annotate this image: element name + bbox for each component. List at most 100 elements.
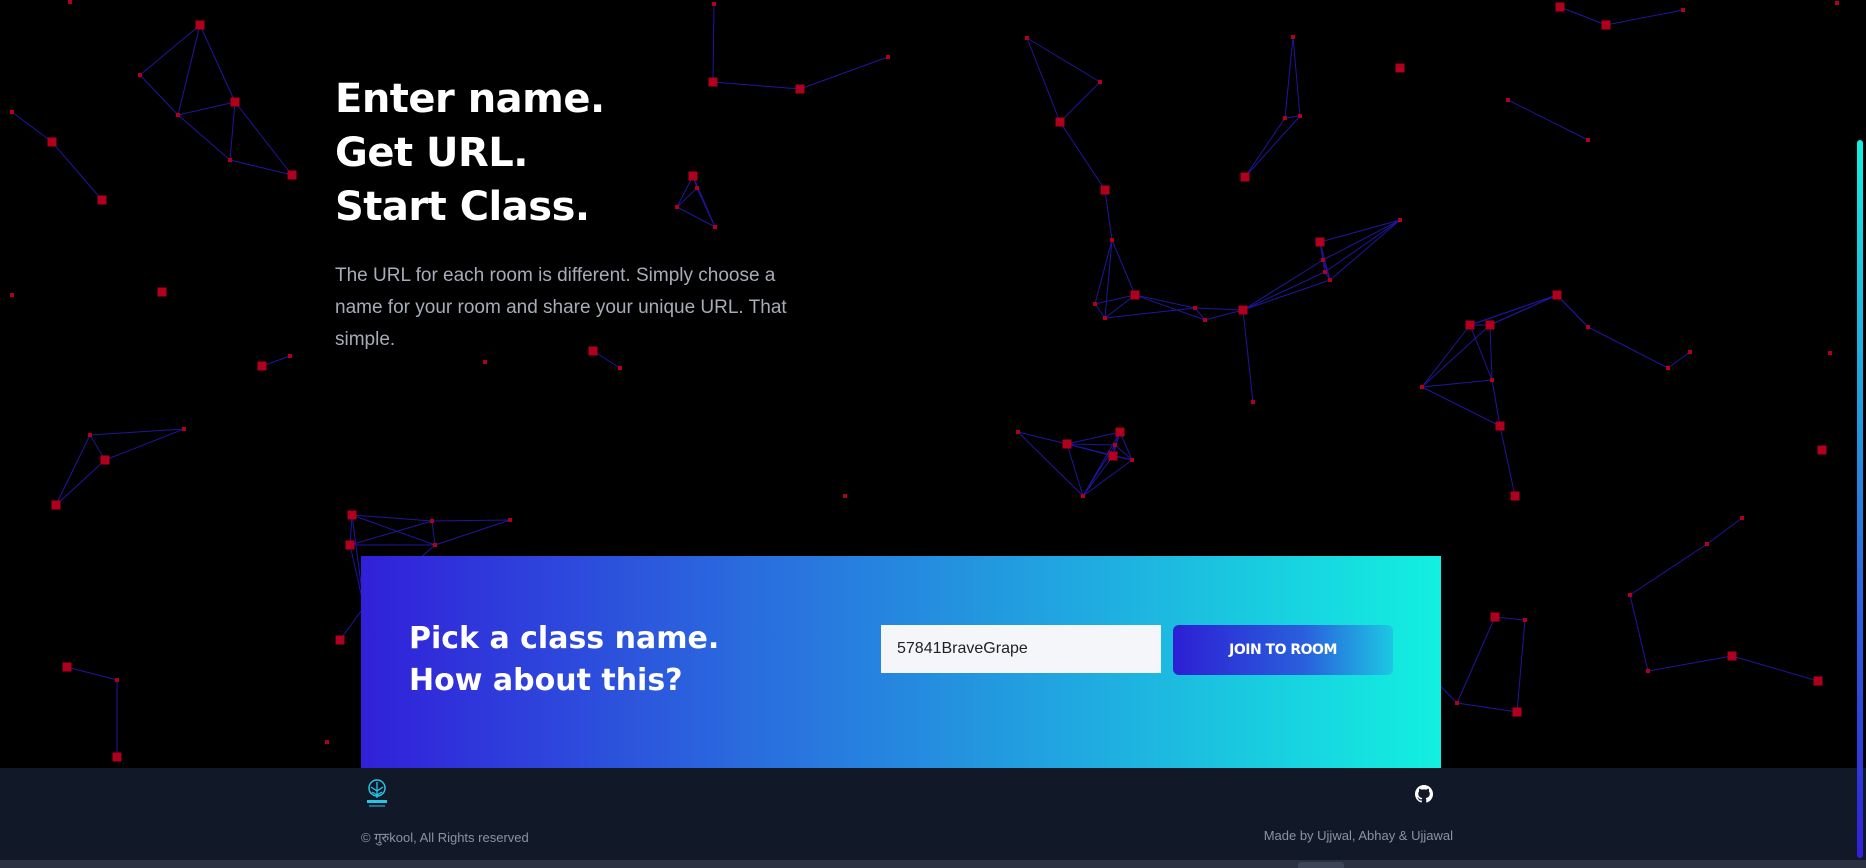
network-node (1103, 316, 1107, 320)
network-edge (139, 74, 179, 116)
network-edge (1104, 189, 1113, 241)
network-node (1055, 117, 1065, 127)
network-node (1251, 400, 1255, 404)
network-edge (55, 459, 106, 506)
network-node (1828, 351, 1832, 355)
network-node (1130, 290, 1140, 300)
copyright-text: © गुरुkool, All Rights reserved (361, 830, 529, 845)
network-node (51, 500, 61, 510)
network-node (1512, 707, 1522, 717)
network-node (1081, 494, 1085, 498)
network-edge (11, 111, 53, 143)
network-node (886, 55, 890, 59)
network-node (47, 137, 57, 147)
network-node (1100, 185, 1110, 195)
network-node (1465, 320, 1475, 330)
network-node (1115, 427, 1125, 437)
network-edge (51, 141, 103, 201)
network-edge (229, 159, 293, 176)
network-edge (1204, 309, 1244, 321)
network-node (228, 158, 232, 162)
network-node (176, 113, 180, 117)
network-node (1586, 325, 1590, 329)
network-node (1321, 258, 1325, 262)
taskbar-strip (0, 860, 1866, 868)
network-edge (1421, 324, 1491, 388)
network-edge (1559, 6, 1607, 26)
network-node (335, 635, 345, 645)
network-node (1705, 542, 1709, 546)
network-edge (1242, 259, 1324, 311)
network-edge (1059, 81, 1101, 123)
network-edge (1629, 543, 1708, 596)
network-node (100, 455, 110, 465)
github-icon[interactable] (1415, 785, 1433, 803)
network-node (97, 195, 107, 205)
network-edge (177, 24, 201, 116)
network-node (1601, 20, 1611, 30)
create-room-panel: Pick a class name. How about this? JOIN … (361, 556, 1441, 768)
network-edge (1026, 37, 1061, 123)
network-node (433, 543, 437, 547)
network-edge (199, 24, 236, 103)
network-edge (234, 101, 293, 176)
network-node (1328, 278, 1332, 282)
network-edge (1605, 9, 1684, 26)
network-edge (1242, 309, 1254, 403)
network-edge (55, 434, 91, 506)
network-node (1283, 116, 1287, 120)
hero-section: Enter name. Get URL. Start Class. The UR… (335, 72, 855, 356)
network-edge (66, 666, 118, 681)
network-node (195, 20, 205, 30)
network-edge (1647, 655, 1733, 672)
logo-icon[interactable] (362, 778, 392, 812)
network-edge (229, 101, 236, 161)
network-node (1291, 35, 1295, 39)
network-node (1495, 421, 1505, 431)
network-edge (1629, 594, 1649, 672)
network-node (10, 293, 14, 297)
network-edge (1111, 239, 1136, 296)
network-node (325, 740, 329, 744)
network-node (112, 752, 122, 762)
network-node (1817, 445, 1827, 455)
network-edge (1066, 443, 1116, 446)
network-edge (1706, 517, 1743, 545)
hero-title-line: Start Class. (335, 184, 590, 230)
network-node (1093, 302, 1097, 306)
network-edge (1017, 431, 1068, 445)
network-node (62, 662, 72, 672)
network-node (1025, 36, 1029, 40)
network-node (1240, 172, 1250, 182)
network-node (1193, 306, 1197, 310)
join-room-button[interactable]: JOIN TO ROOM (1173, 625, 1393, 675)
network-edge (1284, 36, 1294, 119)
network-edge (712, 3, 715, 83)
network-edge (1082, 431, 1121, 497)
network-edge (1082, 459, 1133, 497)
network-node (88, 433, 92, 437)
network-node (1490, 378, 1494, 382)
network-node (1523, 618, 1527, 622)
network-node (1506, 98, 1510, 102)
network-edge (1194, 307, 1244, 311)
network-node (1298, 114, 1302, 118)
hero-title: Enter name. Get URL. Start Class. (335, 72, 855, 234)
network-node (1555, 293, 1559, 297)
network-node (483, 360, 487, 364)
network-node (1485, 320, 1495, 330)
scrollbar[interactable] (1857, 140, 1863, 858)
network-node (1130, 458, 1134, 462)
room-name-input[interactable] (881, 625, 1161, 673)
network-node (1238, 305, 1248, 315)
network-edge (1244, 117, 1286, 178)
network-edge (1066, 431, 1121, 445)
hero-title-line: Enter name. (335, 76, 605, 122)
network-node (1681, 8, 1685, 12)
network-node (1113, 443, 1117, 447)
network-edge (1421, 379, 1493, 388)
network-edge (434, 519, 511, 546)
network-edge (1082, 455, 1114, 497)
network-node (1108, 451, 1118, 461)
network-node (1203, 318, 1207, 322)
